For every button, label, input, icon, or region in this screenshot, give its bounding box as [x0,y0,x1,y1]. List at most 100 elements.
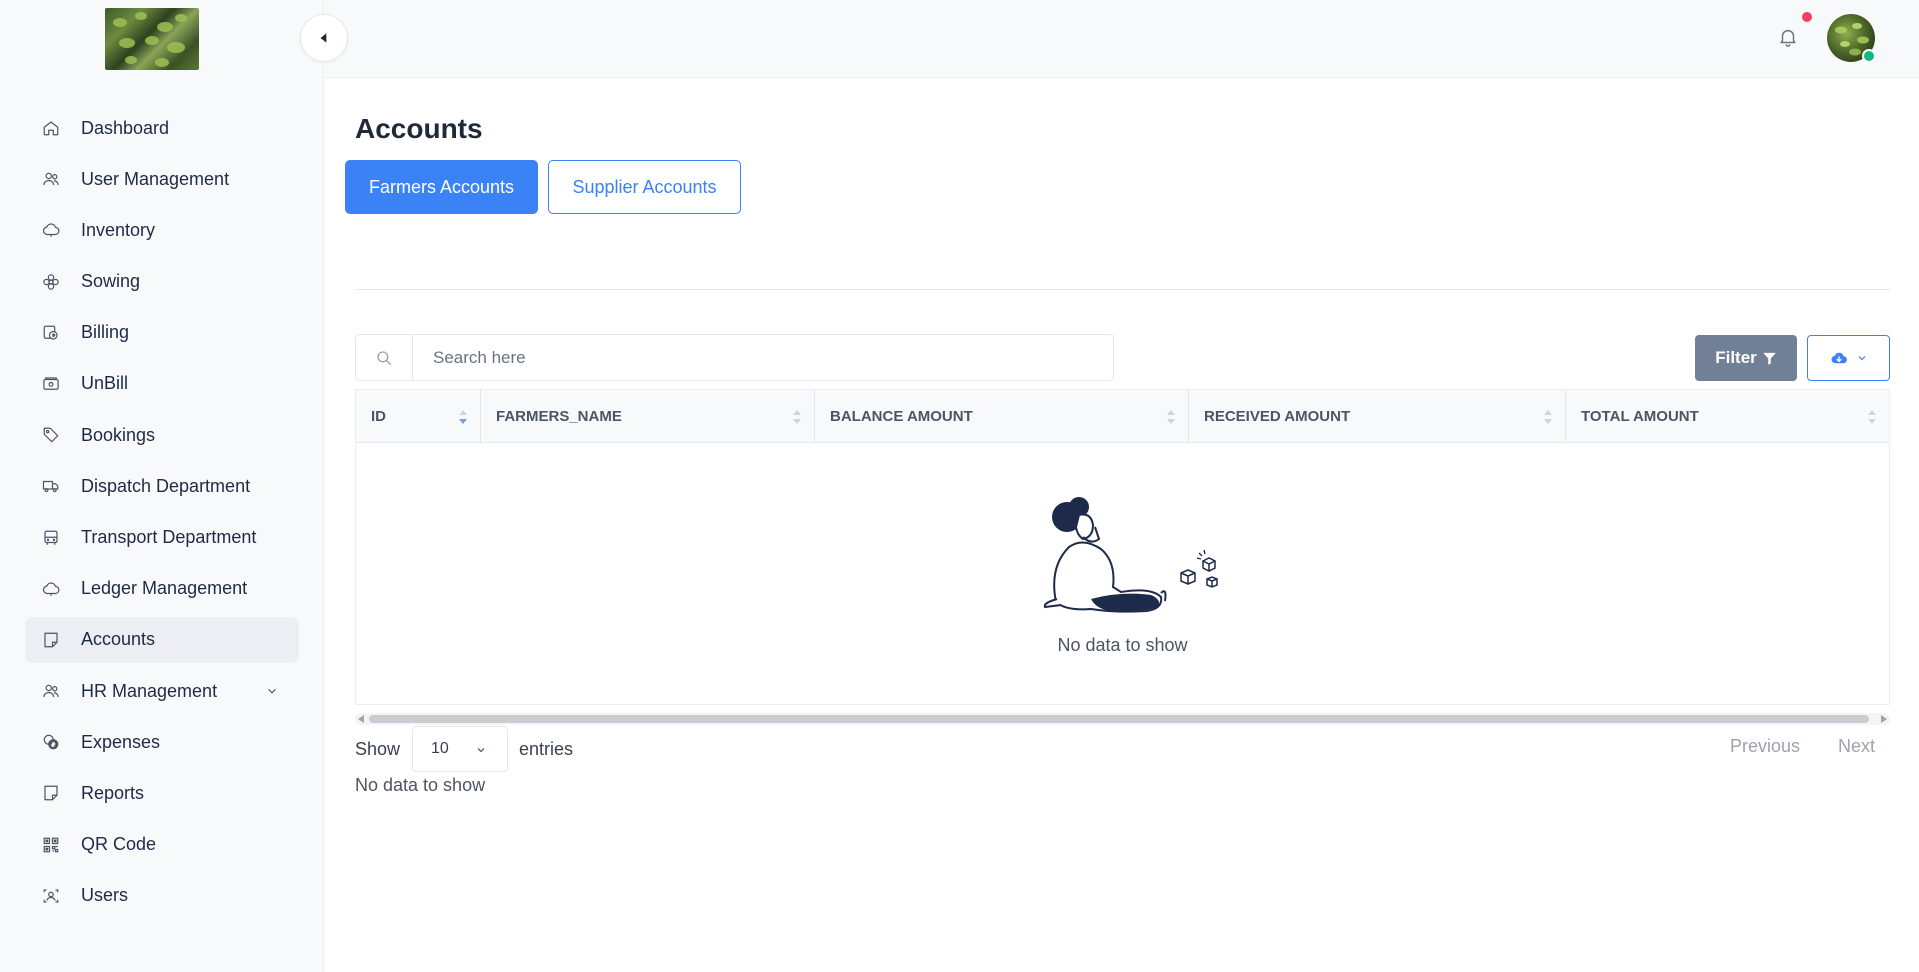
sidebar-item-label: Reports [81,782,145,803]
sidebar-item-unbill[interactable]: UnBill [25,361,299,407]
sidebar-item-label: HR Management [81,680,218,701]
tab-farmers-accounts[interactable]: Farmers Accounts [345,160,538,214]
sidebar-item-billing[interactable]: Billing [25,310,299,356]
filter-button-label: Filter [1715,348,1757,367]
note-icon [42,631,60,649]
search-icon [356,335,413,380]
scrollbar-thumb[interactable] [369,715,1869,723]
sidebar-item-qr-code[interactable]: QR Code [25,822,299,868]
sidebar-item-label: Bookings [81,424,156,445]
coins-icon [42,733,60,751]
chevron-down-icon[interactable] [265,684,279,698]
sidebar: Dashboard User Management Inventory Sowi… [0,0,324,972]
sidebar-item-label: Transport Department [81,527,257,547]
scroll-left-arrow[interactable] [358,715,364,723]
sidebar-item-accounts[interactable]: Accounts [25,616,299,663]
filter-button[interactable]: Filter [1695,335,1797,381]
column-header-total-amount[interactable]: TOTAL AMOUNT [1566,390,1889,443]
flower-icon [42,273,60,291]
sidebar-item-expenses[interactable]: Expenses [25,719,299,765]
sidebar-item-label: Users [81,885,129,906]
truck-icon [42,477,60,495]
column-header-balance-amount[interactable]: BALANCE AMOUNT [815,390,1189,443]
sort-icon [1544,410,1552,424]
qr-code-icon [42,836,60,854]
sidebar-item-label: QR Code [81,834,157,855]
column-header-label: BALANCE AMOUNT [830,408,973,425]
sidebar-item-user-management[interactable]: User Management [25,156,299,202]
chevron-down-icon [477,748,485,753]
sidebar-item-dispatch-department[interactable]: Dispatch Department [25,463,299,509]
notification-bell-icon[interactable] [1777,26,1799,48]
chevron-down-icon [1858,356,1865,361]
billing-icon [42,324,60,342]
brand-logo[interactable] [105,8,199,70]
table-horizontal-scrollbar[interactable] [355,713,1890,725]
sidebar-item-ledger-management[interactable]: Ledger Management [25,566,299,612]
caret-left-icon [320,33,327,43]
sidebar-collapse-button[interactable] [300,14,348,62]
previous-page-button[interactable]: Previous [1730,736,1800,757]
home-icon [42,119,60,137]
sidebar-item-reports[interactable]: Reports [25,770,299,816]
table-header: ID FARMERS_NAME BALANCE AMOUNT RECEIVED … [356,390,1889,443]
column-header-label: FARMERS_NAME [496,408,622,425]
tab-supplier-accounts[interactable]: Supplier Accounts [548,160,741,214]
sidebar-item-sowing[interactable]: Sowing [25,259,299,305]
sort-icon [793,410,801,424]
column-header-id[interactable]: ID [356,390,481,443]
sidebar-item-label: User Management [81,168,230,189]
cloud-download-icon [1831,352,1847,364]
column-header-label: TOTAL AMOUNT [1581,408,1699,425]
funnel-icon [1763,352,1776,365]
section-divider [355,289,1890,290]
page-title: Accounts [355,113,483,144]
sidebar-item-bookings[interactable]: Bookings [25,412,299,458]
sidebar-item-label: Sowing [81,271,141,292]
empty-state-illustration [1043,497,1218,613]
notification-dot [1802,12,1812,22]
sidebar-item-inventory[interactable]: Inventory [25,207,299,253]
pagination-info: No data to show [355,775,486,795]
sidebar-item-label: Inventory [81,219,156,240]
sidebar-nav: Dashboard User Management Inventory Sowi… [25,105,299,924]
accounts-table: ID FARMERS_NAME BALANCE AMOUNT RECEIVED … [355,389,1890,705]
search-input[interactable] [413,335,1113,380]
column-header-received-amount[interactable]: RECEIVED AMOUNT [1189,390,1566,443]
sort-icon [1167,410,1175,424]
sidebar-item-label: Dashboard [81,117,170,138]
column-header-label: ID [371,408,386,425]
cloud-icon [42,580,60,598]
sidebar-item-label: Ledger Management [81,578,248,599]
sort-icon [459,410,467,424]
page-size-value: 10 [431,740,449,757]
tag-icon [42,426,60,444]
sidebar-item-label: Expenses [81,731,161,752]
table-empty-message: No data to show [1057,635,1188,655]
cash-icon [42,375,60,393]
entries-label: entries [519,739,574,759]
sidebar-item-label: Dispatch Department [81,475,251,496]
cloud-icon [42,221,60,239]
top-header [325,0,1919,78]
user-badge-icon [42,887,60,905]
sidebar-item-users[interactable]: Users [25,873,299,919]
sort-icon [1868,410,1876,424]
next-page-button[interactable]: Next [1838,736,1875,757]
show-label: Show [355,739,401,759]
page-size-select[interactable]: 10 [412,726,508,772]
sidebar-item-label: Accounts [81,629,156,650]
column-header-label: RECEIVED AMOUNT [1204,408,1351,425]
note-icon [42,784,60,802]
users-icon [42,170,60,188]
column-header-farmers-name[interactable]: FARMERS_NAME [481,390,815,443]
sidebar-item-label: Billing [81,322,130,343]
sidebar-item-hr-management[interactable]: HR Management [25,668,299,714]
sidebar-item-transport-department[interactable]: Transport Department [25,515,299,561]
scroll-right-arrow[interactable] [1881,715,1887,723]
sidebar-item-dashboard[interactable]: Dashboard [25,105,299,151]
bus-icon [42,529,60,547]
sidebar-item-label: UnBill [81,373,129,394]
online-status-indicator [1862,49,1876,63]
export-dropdown-button[interactable] [1807,335,1890,381]
